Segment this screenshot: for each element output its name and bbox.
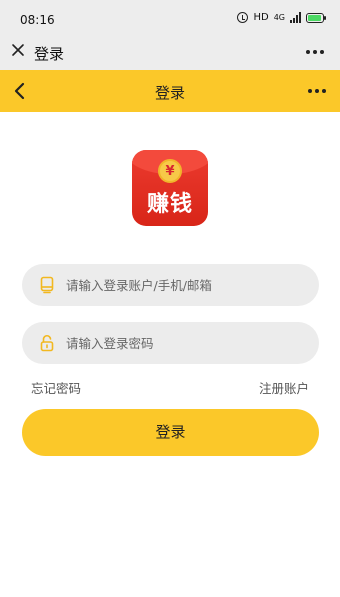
password-field[interactable] [22,322,319,364]
coin-icon: ¥ [158,159,182,183]
account-input[interactable] [66,264,306,306]
app-logo-text: 赚钱 [146,192,193,217]
wechat-title-bar: 登录 [0,36,340,70]
page-title: 登录 [154,84,185,102]
login-button[interactable]: 登录 [22,409,319,456]
account-field[interactable] [22,264,319,306]
battery-icon [306,12,326,23]
close-icon[interactable] [10,42,26,58]
status-icons: HD 4G [237,12,326,23]
network-label: 4G [273,13,285,22]
nav-bar: 登录 [0,70,340,112]
more-icon[interactable] [306,50,324,54]
password-input[interactable] [66,322,306,364]
signal-icon [290,12,301,23]
battery-level [308,14,321,21]
phone-icon [40,276,54,294]
hd-label: HD [253,12,269,23]
lock-icon [40,334,54,352]
status-bar: 08:16 HD 4G [0,0,340,36]
nav-more-icon[interactable] [308,89,326,93]
register-account-link[interactable]: 注册账户 [259,378,309,397]
forgot-password-link[interactable]: 忘记密码 [31,378,81,397]
status-time: 08:16 [20,13,55,27]
app-logo: ¥ 赚钱 [132,150,208,226]
wechat-page-title: 登录 [34,45,65,63]
alarm-icon [237,12,249,23]
